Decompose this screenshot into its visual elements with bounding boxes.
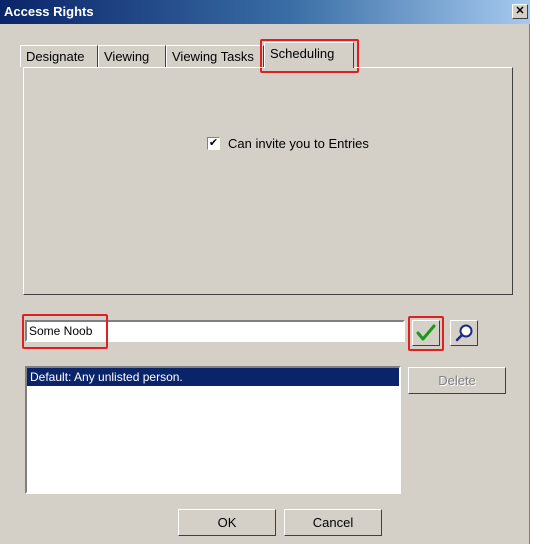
tab-label: Viewing bbox=[104, 49, 150, 64]
delete-button[interactable]: Delete bbox=[408, 367, 506, 394]
tab-label: Designate bbox=[26, 49, 85, 64]
invite-checkbox-row[interactable]: ✔ Can invite you to Entries bbox=[207, 136, 369, 151]
ok-button[interactable]: OK bbox=[178, 509, 276, 536]
window-title: Access Rights bbox=[4, 4, 94, 19]
close-button[interactable]: ✕ bbox=[512, 4, 528, 19]
magnifier-icon bbox=[455, 324, 473, 342]
tab-viewing[interactable]: Viewing bbox=[98, 45, 166, 67]
tab-label: Viewing Tasks bbox=[172, 49, 254, 64]
tab-label: Scheduling bbox=[270, 46, 335, 61]
tab-panel-scheduling bbox=[23, 67, 513, 295]
tab-scheduling[interactable]: Scheduling bbox=[264, 42, 354, 68]
search-button[interactable] bbox=[450, 320, 478, 346]
invite-checkbox-label: Can invite you to Entries bbox=[228, 136, 369, 151]
title-bar[interactable]: Access Rights ✕ bbox=[0, 0, 530, 24]
tab-viewing-tasks[interactable]: Viewing Tasks bbox=[166, 45, 264, 67]
confirm-button[interactable] bbox=[412, 320, 440, 346]
invite-checkbox[interactable]: ✔ bbox=[207, 137, 220, 150]
person-name-input[interactable] bbox=[25, 320, 405, 342]
access-rights-dialog: Access Rights ✕ Designate Viewing Viewin… bbox=[0, 0, 530, 544]
tab-designate[interactable]: Designate bbox=[20, 45, 98, 67]
checkmark-icon bbox=[416, 324, 436, 341]
access-list[interactable]: Default: Any unlisted person. bbox=[25, 366, 401, 494]
list-item[interactable]: Default: Any unlisted person. bbox=[27, 368, 399, 386]
cancel-button[interactable]: Cancel bbox=[284, 509, 382, 536]
